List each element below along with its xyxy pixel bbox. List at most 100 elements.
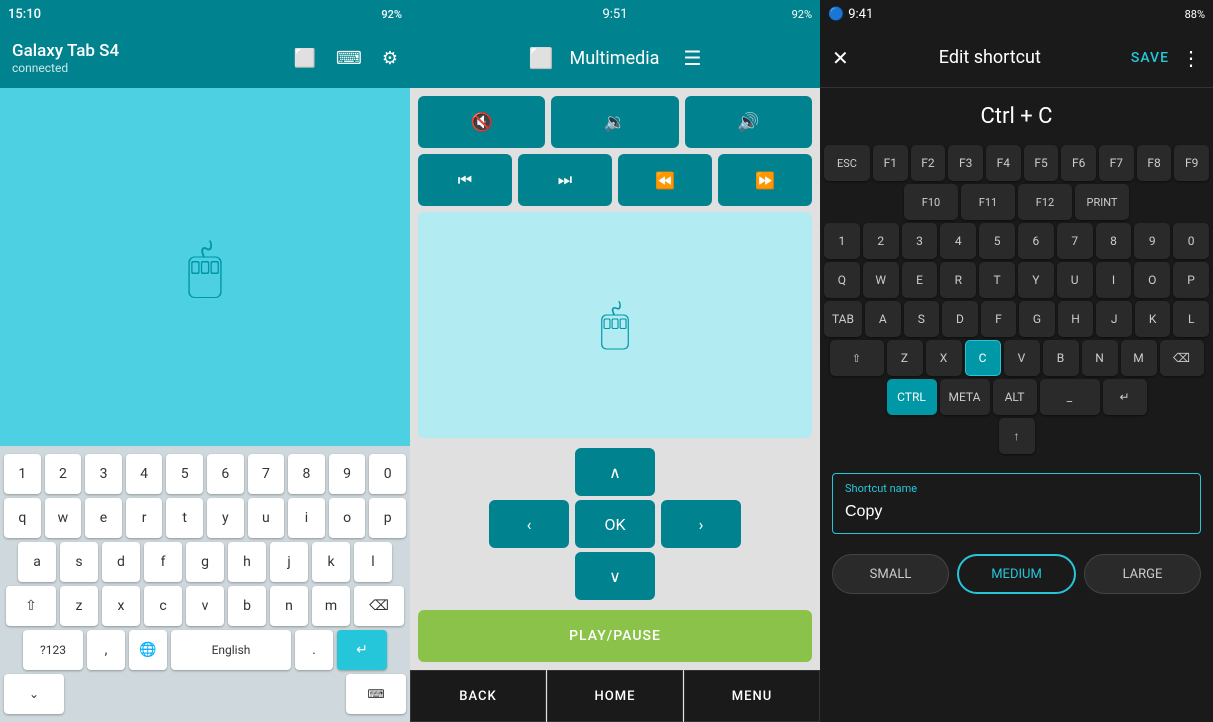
sk-f6[interactable]: F6 <box>1061 145 1096 181</box>
kb-o[interactable]: o <box>329 498 366 538</box>
sk-alt[interactable]: ALT <box>993 379 1037 415</box>
vol-down-btn[interactable]: 🔉 <box>551 96 678 148</box>
sk-f[interactable]: F <box>981 301 1017 337</box>
sk-enter[interactable]: ↵ <box>1103 379 1147 415</box>
kb-n[interactable]: n <box>270 586 308 626</box>
close-icon[interactable]: ✕ <box>832 46 849 70</box>
sk-2[interactable]: 2 <box>863 223 899 259</box>
kb-w[interactable]: w <box>45 498 82 538</box>
fast-forward-btn[interactable]: ⏩ <box>718 154 812 206</box>
sk-4[interactable]: 4 <box>940 223 976 259</box>
sk-f8[interactable]: F8 <box>1137 145 1172 181</box>
sk-space[interactable]: _ <box>1040 379 1100 415</box>
vol-up-btn[interactable]: 🔊 <box>685 96 812 148</box>
sk-f12[interactable]: F12 <box>1018 184 1072 220</box>
sk-8[interactable]: 8 <box>1096 223 1132 259</box>
kb-l[interactable]: l <box>354 542 392 582</box>
sk-9[interactable]: 9 <box>1134 223 1170 259</box>
touchpad-mid[interactable]: 🖱 <box>418 212 812 438</box>
kb-shift[interactable]: ⇧ <box>6 586 56 626</box>
sk-e[interactable]: E <box>902 262 938 298</box>
sk-ctrl[interactable]: CTRL <box>887 379 937 415</box>
sk-l[interactable]: L <box>1173 301 1209 337</box>
size-small-btn[interactable]: SMALL <box>832 554 949 594</box>
kb-enter[interactable]: ↵ <box>337 630 387 670</box>
left-touchpad[interactable]: 🖱 <box>0 88 410 446</box>
kb-period[interactable]: . <box>295 630 333 670</box>
sk-0[interactable]: 0 <box>1173 223 1209 259</box>
kb-keyboard-toggle[interactable]: ⌨ <box>346 674 406 714</box>
menu-btn[interactable]: MENU <box>684 670 820 722</box>
kb-comma[interactable]: , <box>87 630 125 670</box>
next-track-btn[interactable]: ⏭ <box>518 154 612 206</box>
kb-e[interactable]: e <box>85 498 122 538</box>
kb-u[interactable]: u <box>248 498 285 538</box>
sk-f1[interactable]: F1 <box>873 145 908 181</box>
sk-g[interactable]: G <box>1019 301 1055 337</box>
kb-key-9[interactable]: 9 <box>329 454 366 494</box>
sk-f10[interactable]: F10 <box>904 184 958 220</box>
save-button[interactable]: SAVE <box>1131 50 1169 66</box>
sk-1[interactable]: 1 <box>824 223 860 259</box>
kb-key-1[interactable]: 1 <box>4 454 41 494</box>
sk-a[interactable]: A <box>865 301 901 337</box>
prev-track-btn[interactable]: ⏮ <box>418 154 512 206</box>
rewind-btn[interactable]: ⏪ <box>618 154 712 206</box>
sk-w[interactable]: W <box>863 262 899 298</box>
kb-h[interactable]: h <box>228 542 266 582</box>
kb-g[interactable]: g <box>186 542 224 582</box>
sk-6[interactable]: 6 <box>1018 223 1054 259</box>
dpad-right-btn[interactable]: › <box>661 500 741 548</box>
sk-t[interactable]: T <box>979 262 1015 298</box>
sk-h[interactable]: H <box>1058 301 1094 337</box>
kb-key-0[interactable]: 0 <box>369 454 406 494</box>
sk-f7[interactable]: F7 <box>1099 145 1134 181</box>
kb-f[interactable]: f <box>144 542 182 582</box>
sk-x[interactable]: X <box>926 340 962 376</box>
kb-a[interactable]: a <box>18 542 56 582</box>
kb-chevron-down[interactable]: ⌄ <box>4 674 64 714</box>
sk-esc[interactable]: ESC <box>824 145 870 181</box>
kb-p[interactable]: p <box>369 498 406 538</box>
menu-icon-mid[interactable]: ☰ <box>683 46 701 70</box>
sk-r[interactable]: R <box>940 262 976 298</box>
shortcut-name-input[interactable] <box>845 499 1188 525</box>
sk-o[interactable]: O <box>1134 262 1170 298</box>
sk-3[interactable]: 3 <box>902 223 938 259</box>
sk-5[interactable]: 5 <box>979 223 1015 259</box>
sk-f2[interactable]: F2 <box>911 145 946 181</box>
monitor-icon[interactable]: ⬜ <box>293 48 315 69</box>
more-options-icon[interactable]: ⋮ <box>1181 46 1201 70</box>
sk-f4[interactable]: F4 <box>986 145 1021 181</box>
size-medium-btn[interactable]: MEDIUM <box>957 554 1076 594</box>
kb-language[interactable]: English <box>171 630 291 670</box>
sk-q[interactable]: Q <box>824 262 860 298</box>
sk-k[interactable]: K <box>1135 301 1171 337</box>
kb-key-2[interactable]: 2 <box>45 454 82 494</box>
kb-q[interactable]: q <box>4 498 41 538</box>
playpause-btn[interactable]: PLAY/PAUSE <box>418 610 812 662</box>
dpad-down-btn[interactable]: ∨ <box>575 552 655 600</box>
sk-tab[interactable]: TAB <box>824 301 862 337</box>
kb-m[interactable]: m <box>312 586 350 626</box>
sk-delete[interactable]: ⌫ <box>1160 340 1204 376</box>
sk-meta[interactable]: META <box>940 379 990 415</box>
sk-shift[interactable]: ⇧ <box>830 340 884 376</box>
sk-p[interactable]: P <box>1173 262 1209 298</box>
sk-f9[interactable]: F9 <box>1174 145 1209 181</box>
kb-key-5[interactable]: 5 <box>166 454 203 494</box>
sk-c[interactable]: C <box>965 340 1001 376</box>
dpad-up-btn[interactable]: ∧ <box>575 448 655 496</box>
kb-i[interactable]: i <box>288 498 325 538</box>
kb-s[interactable]: s <box>60 542 98 582</box>
kb-symbols[interactable]: ?123 <box>23 630 83 670</box>
dpad-left-btn[interactable]: ‹ <box>489 500 569 548</box>
kb-k[interactable]: k <box>312 542 350 582</box>
kb-key-4[interactable]: 4 <box>126 454 163 494</box>
keyboard-icon[interactable]: ⌨ <box>336 48 362 69</box>
kb-key-7[interactable]: 7 <box>248 454 285 494</box>
kb-r[interactable]: r <box>126 498 163 538</box>
sk-z[interactable]: Z <box>887 340 923 376</box>
home-btn[interactable]: HOME <box>547 670 683 722</box>
kb-t[interactable]: t <box>166 498 203 538</box>
